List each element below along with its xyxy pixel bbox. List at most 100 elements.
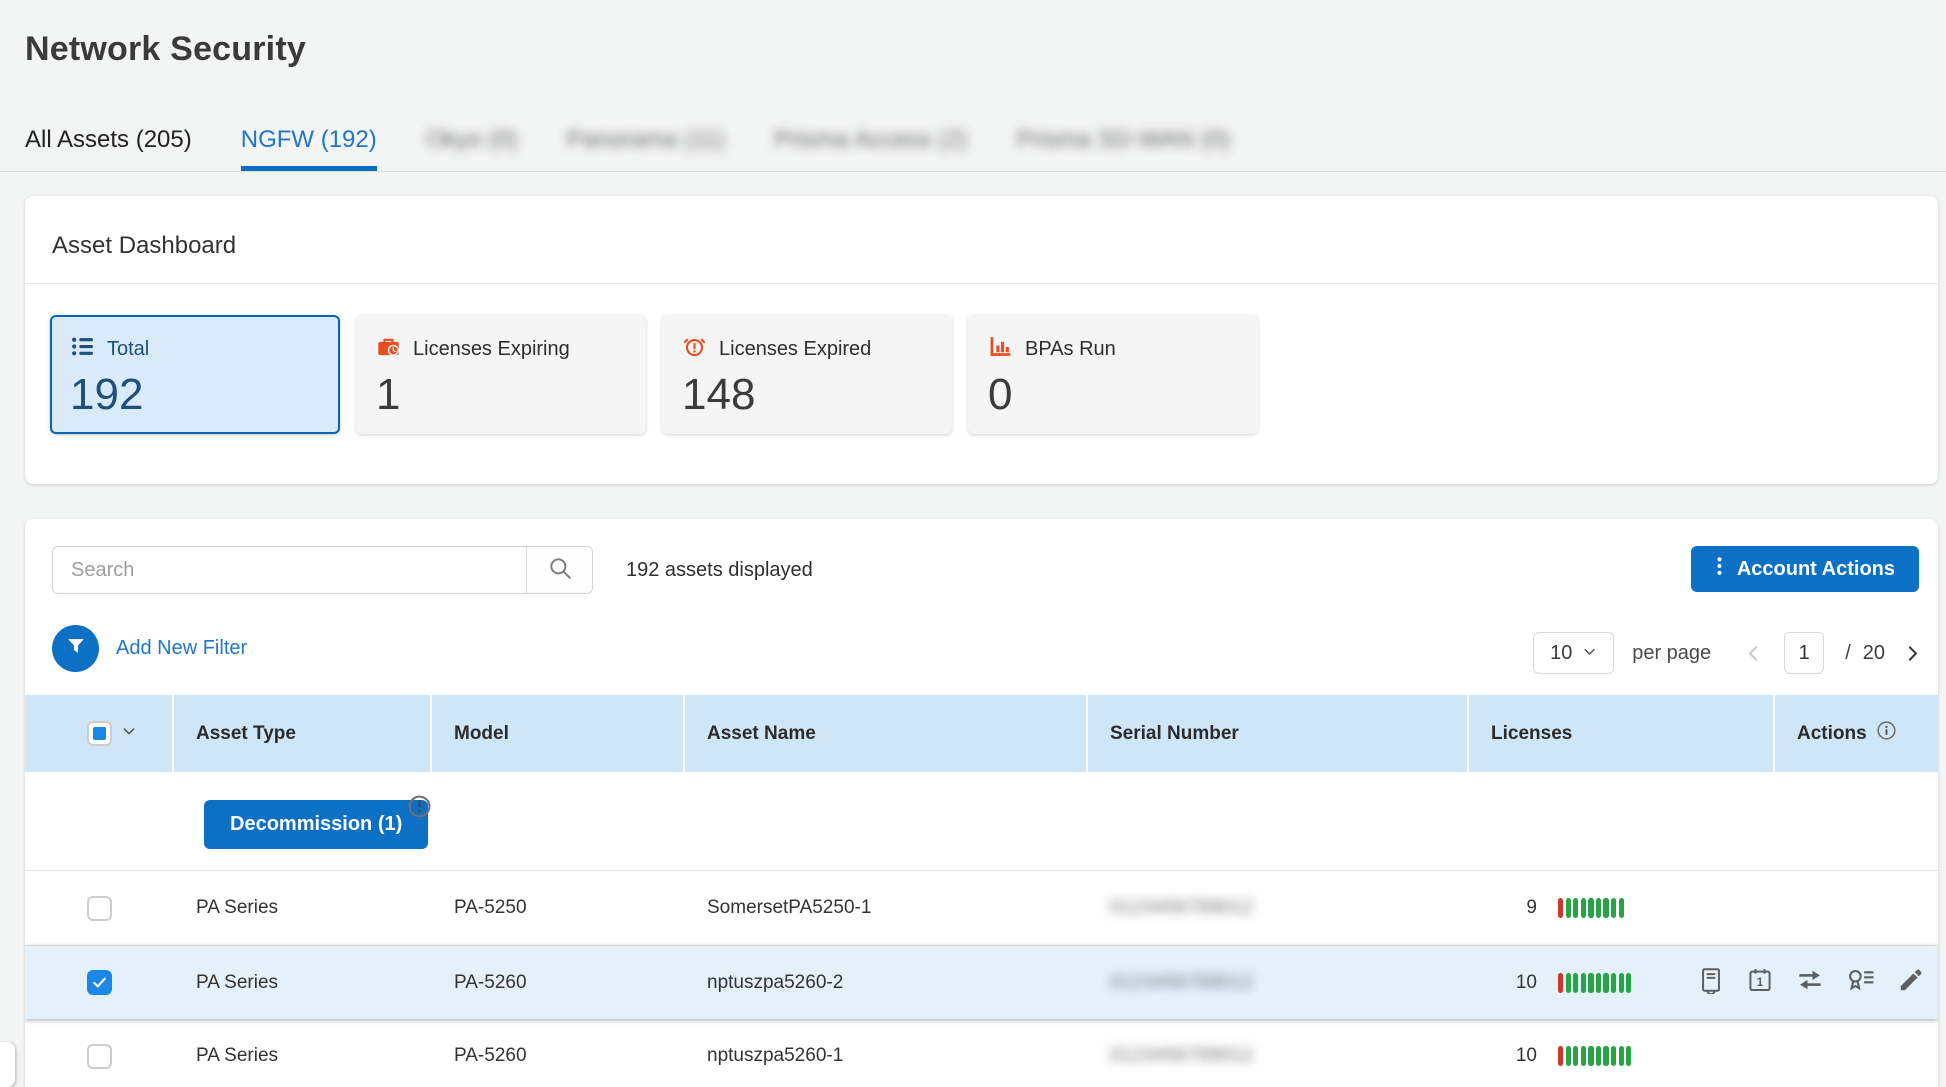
next-page-button[interactable] (1902, 643, 1923, 664)
stat-card-total[interactable]: Total 192 (50, 315, 340, 434)
chevron-down-icon[interactable] (121, 723, 137, 745)
stat-card-row: Total 192 Licenses Expiring 1 (50, 315, 1258, 434)
page-title: Network Security (25, 30, 306, 69)
serial-number-cell: 0123456789012 (1088, 897, 1469, 919)
asset-name-cell: nptuszpa5260-2 (685, 972, 1088, 994)
actions-cell: 1 (1775, 965, 1938, 1001)
stat-card-bpas-run[interactable]: BPAs Run 0 (968, 315, 1258, 434)
license-bar-green (1573, 898, 1578, 918)
per-page-label: per page (1632, 642, 1711, 665)
license-bar-green (1619, 973, 1624, 993)
select-all-checkbox[interactable] (87, 721, 112, 746)
search-control (52, 546, 593, 594)
model-cell: PA-5250 (432, 897, 685, 919)
page-size-select[interactable]: 10 (1533, 632, 1614, 674)
license-bar-green (1573, 1046, 1578, 1066)
assets-displayed-count: 192 assets displayed (626, 546, 813, 594)
stat-value-licenses-expiring: 1 (376, 373, 626, 417)
tab-ngfw[interactable]: NGFW (192) (241, 126, 377, 171)
device-report-icon[interactable] (1697, 966, 1725, 1000)
asset-dashboard-card: Asset Dashboard Total 192 Licenses Expir… (25, 196, 1938, 484)
license-bar-green (1611, 898, 1616, 918)
tab-okyo[interactable]: Okyo (0) (426, 126, 518, 171)
svg-text:1: 1 (1757, 975, 1764, 988)
row-checkbox[interactable] (87, 970, 112, 995)
table-row[interactable]: PA Series PA-5260 nptuszpa5260-1 0123456… (25, 1019, 1938, 1087)
stat-card-licenses-expiring[interactable]: Licenses Expiring 1 (356, 315, 646, 434)
decommission-button[interactable]: Decommission (1) (204, 800, 428, 849)
chevron-down-icon (1582, 642, 1597, 665)
search-input[interactable] (53, 547, 526, 593)
renewal-calendar-icon[interactable]: 1 (1746, 966, 1774, 1000)
network-security-page: Network Security All Assets (205) NGFW (… (0, 0, 1946, 1087)
asset-type-cell: PA Series (174, 897, 432, 919)
license-bars (1558, 1046, 1631, 1066)
add-new-filter-link[interactable]: Add New Filter (116, 637, 247, 660)
table-row[interactable]: PA Series PA-5250 SomersetPA5250-1 01234… (25, 871, 1938, 946)
licenses-cell: 9 (1469, 897, 1775, 919)
tab-prisma-sdwan[interactable]: Prisma SD-WAN (0) (1016, 126, 1230, 171)
edit-icon[interactable] (1897, 966, 1925, 1000)
alarm-clock-icon (682, 334, 707, 364)
redacted-serial: 0123456789012 (1110, 897, 1254, 918)
column-header-asset-name[interactable]: Asset Name (685, 695, 1088, 772)
column-header-actions: Actions (1797, 723, 1867, 745)
column-header-serial-number[interactable]: Serial Number (1088, 695, 1469, 772)
license-bars (1558, 898, 1624, 918)
license-bar-green (1581, 973, 1586, 993)
license-bar-green (1603, 1046, 1608, 1066)
serial-number-cell: 0123456789012 (1088, 972, 1469, 994)
warning-icon[interactable] (407, 794, 432, 824)
funnel-icon (65, 635, 87, 662)
licenses-cell: 10 (1469, 1045, 1775, 1067)
search-button[interactable] (526, 547, 592, 593)
page-separator: / (1845, 642, 1851, 665)
kebab-menu-icon (1715, 555, 1724, 584)
license-count: 9 (1469, 897, 1537, 919)
row-checkbox[interactable] (87, 1044, 112, 1069)
stat-label-bpas-run: BPAs Run (1025, 338, 1116, 361)
license-bar-green (1596, 898, 1601, 918)
stat-label-licenses-expiring: Licenses Expiring (413, 338, 570, 361)
license-bar-green (1573, 973, 1578, 993)
license-bar-green (1566, 898, 1571, 918)
license-bar-green (1626, 973, 1631, 993)
previous-page-button[interactable] (1743, 643, 1764, 664)
account-actions-button[interactable]: Account Actions (1691, 546, 1919, 592)
filter-bar: Add New Filter (52, 625, 247, 672)
tab-panorama[interactable]: Panorama (11) (567, 126, 725, 171)
license-bar-green (1566, 1046, 1571, 1066)
current-page-input[interactable] (1784, 632, 1824, 674)
asset-type-cell: PA Series (174, 972, 432, 994)
license-bar-green (1588, 973, 1593, 993)
license-bar-green (1581, 1046, 1586, 1066)
briefcase-clock-icon (376, 334, 401, 364)
stat-card-licenses-expired[interactable]: Licenses Expired 148 (662, 315, 952, 434)
license-bar-green (1596, 1046, 1601, 1066)
bar-chart-icon (988, 334, 1013, 364)
license-bar-green (1626, 1046, 1631, 1066)
add-filter-button[interactable] (52, 625, 99, 672)
stat-label-total: Total (107, 338, 149, 361)
model-cell: PA-5260 (432, 972, 685, 994)
page-size-value: 10 (1550, 642, 1572, 665)
row-checkbox[interactable] (87, 896, 112, 921)
column-header-asset-type[interactable]: Asset Type (174, 695, 432, 772)
license-bar-green (1588, 898, 1593, 918)
column-header-licenses[interactable]: Licenses (1469, 695, 1775, 772)
table-header-row: Asset Type Model Asset Name Serial Numbe… (25, 695, 1938, 772)
info-icon[interactable] (1876, 720, 1897, 747)
license-bar-green (1619, 1046, 1624, 1066)
tab-prisma-access[interactable]: Prisma Access (2) (774, 126, 967, 171)
search-icon (547, 555, 573, 586)
total-pages: 20 (1863, 642, 1885, 665)
column-header-model[interactable]: Model (432, 695, 685, 772)
license-icon[interactable] (1846, 965, 1876, 1001)
table-row[interactable]: PA Series PA-5260 nptuszpa5260-2 0123456… (25, 946, 1938, 1019)
license-bars (1558, 973, 1631, 993)
cutoff-side-button[interactable] (0, 1042, 15, 1087)
license-bar-green (1566, 973, 1571, 993)
tab-all-assets[interactable]: All Assets (205) (25, 126, 192, 171)
stat-value-bpas-run: 0 (988, 373, 1238, 417)
transfer-icon[interactable] (1795, 965, 1825, 1001)
